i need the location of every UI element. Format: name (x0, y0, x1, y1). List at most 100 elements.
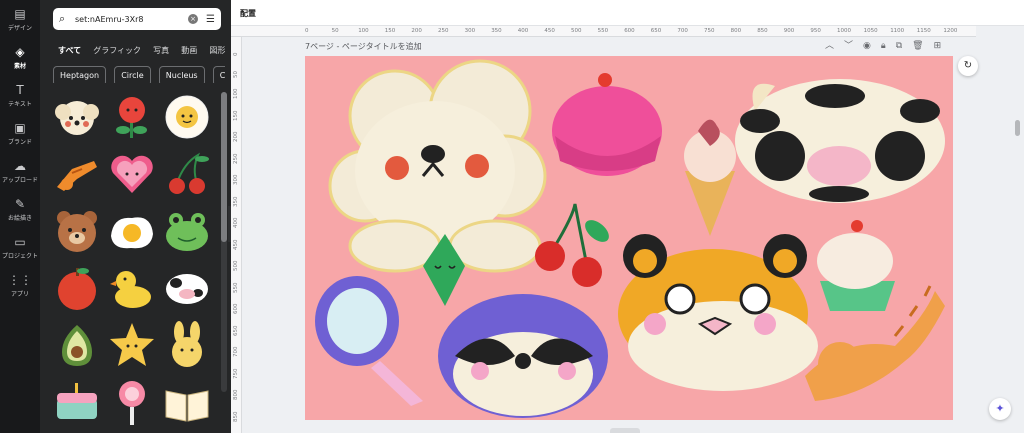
chip-heptagon[interactable]: Heptagon (53, 66, 107, 83)
rail-item-projects[interactable]: ▭ プロジェクト (0, 230, 40, 266)
book-sticker[interactable] (162, 377, 212, 427)
tab-graphics[interactable]: グラフィック (93, 45, 141, 54)
cat-sticker[interactable] (52, 149, 102, 199)
cherries-illustration (535, 203, 609, 287)
bear-sticker[interactable] (52, 206, 102, 256)
search-input[interactable]: set:nAEmru-3Xr8 (75, 15, 188, 24)
ruler-tick-label: 850 (757, 28, 768, 34)
ruler-tick-label: 600 (233, 303, 239, 315)
raccoon-illustration (438, 294, 608, 418)
cow-sticker[interactable] (162, 263, 212, 313)
chip-nucleus[interactable]: Nucleus (158, 66, 205, 83)
chevron-up-icon[interactable]: ︿ (825, 40, 834, 52)
rail-item-elements[interactable]: ◈ 素材 (0, 40, 40, 76)
ruler-tick-label: 100 (233, 88, 239, 100)
poodle-illustration (328, 59, 547, 273)
lock-icon[interactable]: 🔒︎ (881, 40, 886, 52)
ruler-tick-label: 850 (233, 411, 239, 422)
magic-sparkle-icon[interactable]: ✦ (989, 398, 1011, 420)
canvas-illustration (315, 59, 945, 418)
rail-item-uploads[interactable]: ☁ アップロード (0, 154, 40, 190)
duck-sticker[interactable] (107, 263, 157, 313)
ruler-tick-label: 50 (233, 70, 239, 78)
refresh-icon[interactable]: ↻ (958, 56, 978, 76)
ruler-tick-label: 1150 (916, 28, 931, 34)
cake-sticker[interactable] (52, 377, 102, 427)
editor-app: ▤ デザイン ◈ 素材 T テキスト ▣ ブランド ☁ アップロード ✎ お絵描… (0, 0, 1024, 433)
frog-sticker[interactable] (162, 206, 212, 256)
ruler-tick-label: 550 (233, 282, 239, 293)
ruler-tick-label: 150 (233, 110, 239, 121)
suggestion-chips: Heptagon Circle Nucleus C (53, 63, 225, 83)
panel-scrollbar[interactable] (221, 92, 227, 392)
folder-icon: ▭ (14, 235, 26, 249)
chip-circle[interactable]: Circle (114, 66, 151, 83)
search-bar[interactable]: ⌕ set:nAEmru-3Xr8 × ☰ (53, 8, 221, 30)
rail-item-apps[interactable]: ⋮⋮ アプリ (0, 268, 40, 304)
canvas-scrollbar[interactable] (1015, 120, 1020, 136)
rail-item-design[interactable]: ▤ デザイン (0, 2, 40, 38)
ruler-tick-label: 350 (491, 28, 502, 34)
design-icon: ▤ (14, 7, 26, 21)
rail-item-draw[interactable]: ✎ お絵描き (0, 192, 40, 228)
apps-grid-icon: ⋮⋮ (8, 273, 32, 287)
ruler-tick-label: 700 (233, 346, 239, 358)
chevron-down-icon[interactable]: ﹀ (844, 40, 853, 52)
elements-icon: ◈ (15, 45, 25, 59)
cherries-sticker[interactable] (162, 149, 212, 199)
ruler-tick-label: 250 (438, 28, 449, 34)
tulip-sticker[interactable] (107, 92, 157, 142)
ruler-tick-label: 450 (544, 28, 555, 34)
trash-icon[interactable]: 🗑︎ (912, 40, 923, 52)
chip-more[interactable]: C (212, 66, 225, 83)
ruler-tick-label: 400 (517, 28, 529, 34)
tab-photos[interactable]: 写真 (153, 45, 169, 54)
poodle-sticker[interactable] (52, 92, 102, 142)
ruler-tick-label: 950 (810, 28, 821, 34)
rail-label: 素材 (13, 63, 26, 70)
page-title[interactable]: 7ページ - ページタイトルを追加 (305, 41, 422, 52)
star-sticker[interactable] (107, 320, 157, 370)
filter-icon[interactable]: ☰ (206, 14, 215, 25)
ice-cream-illustration (684, 119, 736, 236)
avocado-sticker[interactable] (52, 320, 102, 370)
position-menu[interactable]: 配置 (240, 8, 256, 19)
pen-icon: ✎ (14, 197, 26, 211)
editor-topbar: 配置 (231, 0, 1024, 26)
ruler-tick-label: 250 (233, 153, 239, 164)
ruler-tick-label: 600 (624, 28, 635, 34)
eye-icon[interactable]: ◉ (863, 40, 871, 52)
scrollbar-thumb[interactable] (221, 92, 227, 242)
duplicate-icon[interactable]: ⧉ (896, 40, 902, 52)
ruler-tick-label: 500 (571, 28, 582, 34)
ruler-vertical: 0 50 100 150 200 250 300 350 400 450 500 550 600 650 7… (231, 37, 242, 433)
apple-sticker[interactable] (52, 263, 102, 313)
tab-shapes[interactable]: 図形 (209, 45, 225, 54)
ruler-tick-label: 550 (597, 28, 609, 34)
tab-all[interactable]: すべて (58, 45, 81, 54)
close-icon[interactable]: × (188, 14, 199, 24)
rail-label: アップロード (1, 177, 38, 184)
egg-sticker[interactable] (107, 206, 157, 256)
rail-label: ブランド (7, 139, 32, 146)
rail-label: プロジェクト (1, 253, 38, 260)
design-canvas[interactable] (305, 56, 953, 420)
add-page-icon[interactable]: ⊞ (934, 40, 942, 52)
rail-item-text[interactable]: T テキスト (0, 78, 40, 114)
tab-videos[interactable]: 動画 (181, 45, 197, 54)
ruler-horizontal: 0 50 100 150 200 250 300 350 400 450 500 550 600 650 7… (231, 26, 976, 37)
lollipop-sticker[interactable] (107, 377, 157, 427)
bottom-panel-handle[interactable] (610, 428, 640, 433)
daisy-sticker[interactable] (162, 92, 212, 142)
bunny-sticker[interactable] (162, 320, 212, 370)
ruler-tick-label: 1100 (890, 28, 905, 34)
ruler-tick-label: 750 (704, 28, 715, 34)
rail-item-brand[interactable]: ▣ ブランド (0, 116, 40, 152)
heart-sticker[interactable] (107, 149, 157, 199)
ruler-tick-label: 700 (677, 28, 688, 34)
ruler-tick-label: 150 (384, 28, 396, 34)
ruler-tick-label: 1200 (943, 28, 958, 34)
search-icon: ⌕ (59, 12, 66, 25)
ruler-tick-label: 650 (650, 28, 662, 34)
ruler-tick-label: 350 (233, 196, 239, 207)
